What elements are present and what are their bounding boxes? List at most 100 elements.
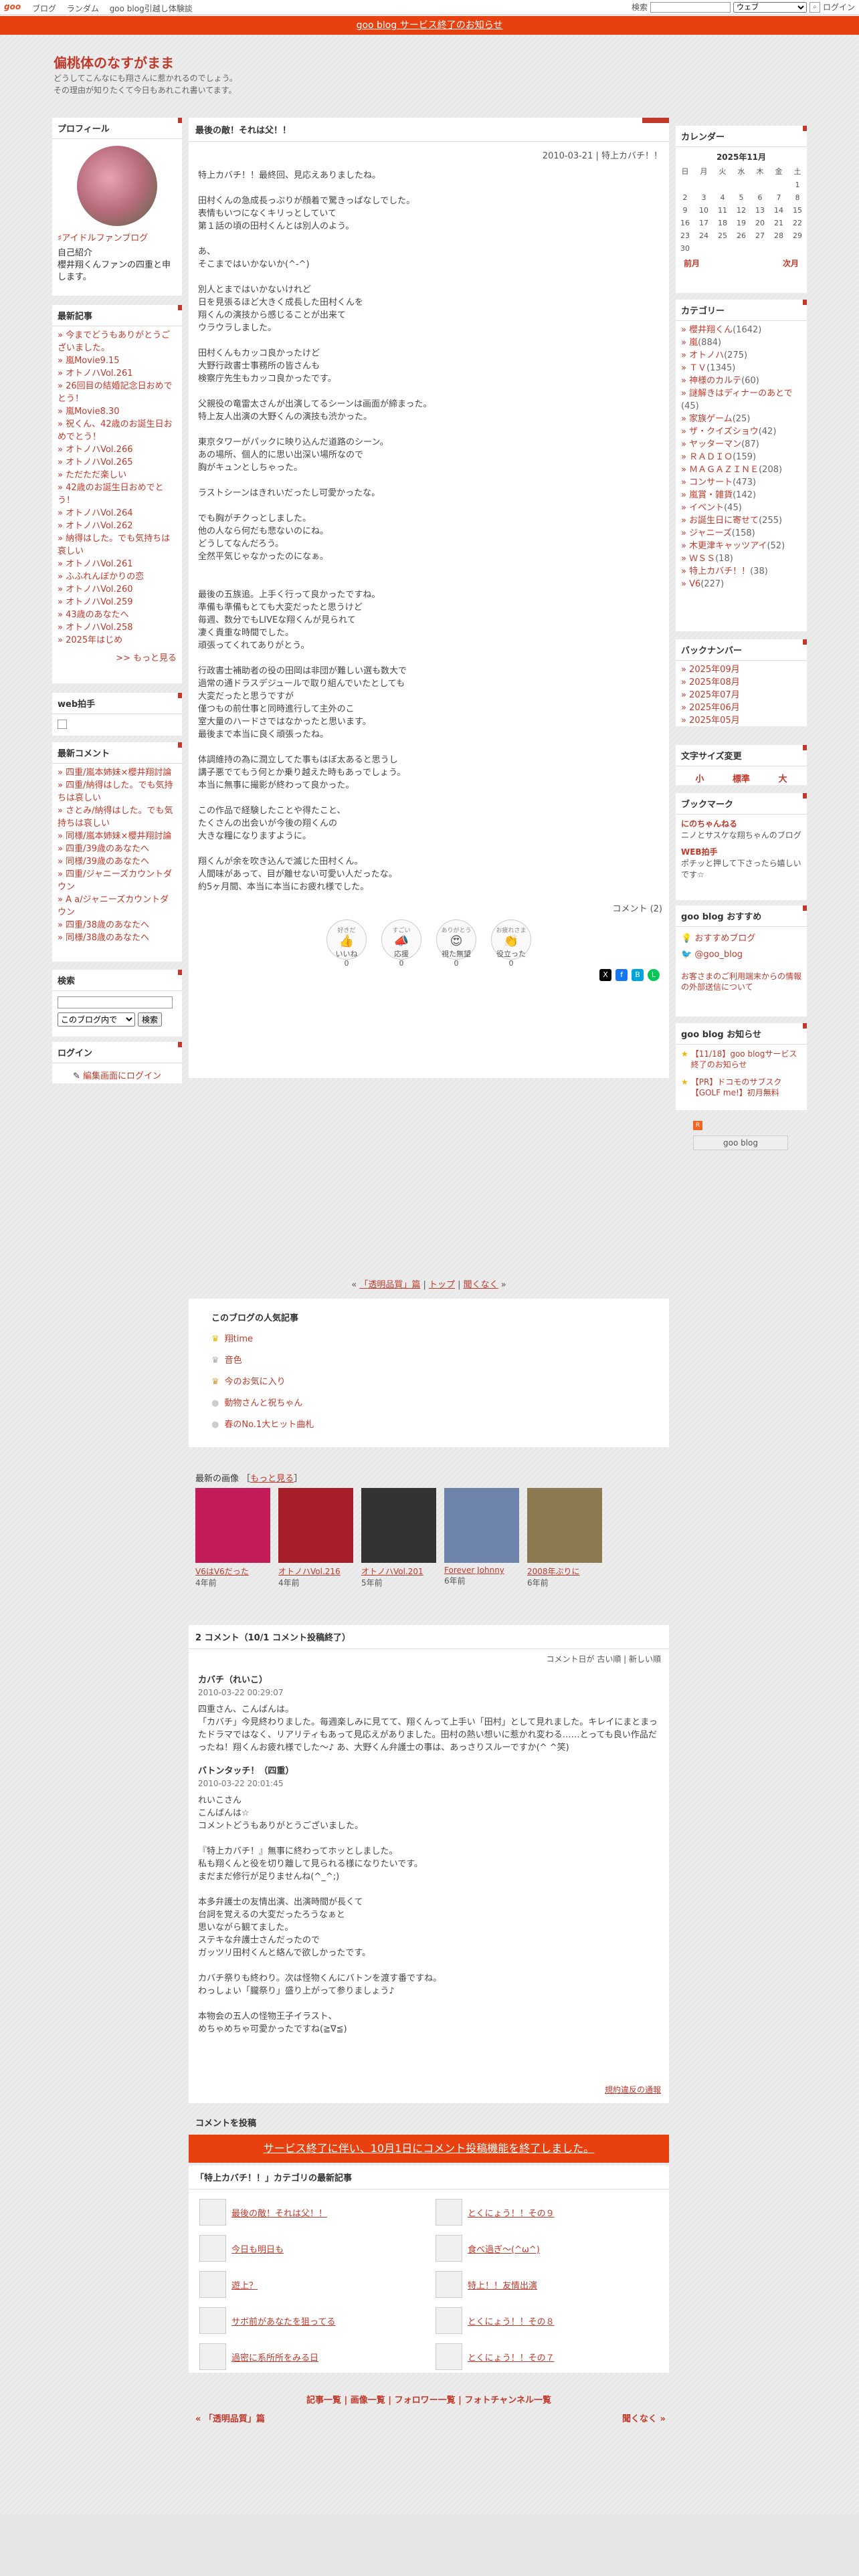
category-link[interactable]: 神様のカルテ	[689, 376, 741, 386]
top-link-blog[interactable]: ブログ	[32, 4, 56, 13]
category-link[interactable]: ＲＡＤＩＯ	[689, 452, 733, 462]
category-item[interactable]: » 木更津キャッツアイ(52)	[681, 540, 801, 552]
recent-post-link[interactable]: 43歳のあなたへ	[66, 610, 129, 620]
latest-comment-link[interactable]: 四重/ジャニーズカウントダウン	[58, 869, 172, 892]
fontsize-large[interactable]: 大	[779, 772, 787, 784]
footer-next[interactable]: 聞くなく »	[622, 2411, 666, 2424]
latest-image-item[interactable]: オトノハVol.216 4年前	[278, 1488, 353, 1588]
recent-post-item[interactable]: » 祝くん、42歳のお誕生日おめでとう！	[58, 418, 177, 443]
category-item[interactable]: » ヤッターマン(87)	[681, 438, 801, 451]
popular-item[interactable]: ● 春のNo.1大ヒット曲札	[211, 1414, 646, 1436]
fan-tag-link[interactable]: ♯アイドルファンブログ	[58, 233, 148, 243]
service-end-link[interactable]: goo blog サービス終了のお知らせ	[357, 20, 503, 31]
category-link[interactable]: 特上カバチ！！	[689, 566, 750, 576]
latest-image-title[interactable]: オトノハVol.216	[278, 1566, 353, 1577]
category-latest-item[interactable]: 食べ過ぎ〜(^ω^)	[436, 2235, 658, 2262]
reaction-button[interactable]: 好きだ 👍 いいね 0	[326, 920, 367, 968]
popular-link[interactable]: 翔time	[225, 1334, 253, 1344]
category-item[interactable]: » ＴＶ(1345)	[681, 362, 801, 374]
latest-images-more[interactable]: もっと見る	[250, 1474, 294, 1484]
recent-post-link[interactable]: 42歳のお誕生日おめでとう！	[58, 483, 164, 506]
category-item[interactable]: » 嵐(884)	[681, 336, 801, 349]
recent-post-link[interactable]: 嵐Movie9.15	[66, 356, 119, 366]
recent-post-link[interactable]: オトノハVol.260	[66, 584, 132, 595]
nav-prev-link[interactable]: 「透明品質」篇	[359, 1280, 420, 1290]
backnumber-link[interactable]: 2025年09月	[689, 665, 740, 675]
recent-post-link[interactable]: オトノハVol.261	[66, 368, 132, 379]
latest-comment-link[interactable]: さとみ/納得はした。でも気持ちは哀しい	[58, 806, 173, 829]
recent-post-item[interactable]: » 今までどうもありがとうございました。	[58, 329, 177, 354]
category-latest-link[interactable]: 特上！！友情出演	[468, 2278, 537, 2291]
goo-info-item-1[interactable]: 【11/18】goo blogサービス終了のお知らせ	[691, 1049, 801, 1070]
category-link[interactable]: 木更津キャッツアイ	[689, 541, 767, 551]
bookmark-link[interactable]: WEB拍手	[681, 847, 801, 858]
top-search-input[interactable]	[650, 1, 731, 13]
footer-links[interactable]: 記事一覧 | 画像一覧 | フォロワー一覧 | フォトチャンネル一覧	[189, 2393, 669, 2405]
calendar-next-link[interactable]: 次月	[783, 257, 799, 269]
recent-post-link[interactable]: オトノハVol.264	[66, 508, 132, 518]
latest-comment-link[interactable]: 四重/嵐本姉妹×櫻井翔討論	[66, 768, 171, 778]
blog-search-input[interactable]	[58, 996, 173, 1008]
latest-image-title[interactable]: オトノハVol.201	[361, 1566, 436, 1577]
goo-logo[interactable]: goo	[4, 2, 21, 11]
nav-top-link[interactable]: トップ	[429, 1280, 455, 1290]
category-link[interactable]: ＭＡＧＡＺＩＮＥ	[689, 465, 759, 475]
category-latest-link[interactable]: 今日も明日も	[231, 2242, 284, 2255]
blog-title[interactable]: 偏桃体のなすがまま	[54, 52, 174, 72]
x-share-icon[interactable]: X	[599, 969, 611, 981]
latest-comment-link[interactable]: 四重/38歳のあなたへ	[66, 920, 149, 930]
backnumber-link[interactable]: 2025年05月	[689, 716, 740, 726]
recent-post-item[interactable]: » ふふれんぼかりの恋	[58, 570, 177, 583]
category-latest-item[interactable]: 今日も明日も	[199, 2235, 422, 2262]
latest-comment-item[interactable]: » 四重/ジャニーズカウントダウン	[58, 868, 177, 893]
latest-comment-item[interactable]: » 同様/38歳のあなたへ	[58, 932, 177, 944]
top-link-migration[interactable]: goo blog引越し体験談	[110, 4, 193, 13]
category-item[interactable]: » 特上カバチ！！(38)	[681, 565, 801, 578]
latest-image-item[interactable]: V6はV6だった 4年前	[195, 1488, 270, 1588]
latest-comment-item[interactable]: » 同様/嵐本姉妹×櫻井翔討論	[58, 830, 177, 843]
latest-comment-link[interactable]: 同様/39歳のあなたへ	[66, 857, 149, 867]
recent-post-item[interactable]: » 42歳のお誕生日おめでとう！	[58, 481, 177, 507]
recent-post-link[interactable]: オトノハVol.265	[66, 457, 132, 467]
category-latest-link[interactable]: 過密に系所所をみる日	[231, 2351, 318, 2363]
recent-post-item[interactable]: » オトノハVol.265	[58, 456, 177, 469]
latest-comment-item[interactable]: » 同様/39歳のあなたへ	[58, 855, 177, 868]
fontsize-small[interactable]: 小	[695, 772, 704, 784]
popular-link[interactable]: 音色	[225, 1356, 242, 1366]
webclap-image-icon[interactable]	[58, 720, 67, 729]
recent-post-link[interactable]: 祝くん、42歳のお誕生日おめでとう！	[58, 419, 173, 442]
latest-comment-item[interactable]: » A a/ジャニーズカウントダウン	[58, 893, 177, 919]
category-link[interactable]: 家族ゲーム	[689, 414, 733, 424]
latest-image-title[interactable]: 2008年ぶりに	[527, 1566, 602, 1577]
recent-post-item[interactable]: » オトノハVol.264	[58, 507, 177, 520]
category-latest-link[interactable]: とくにょう！！その７	[468, 2351, 555, 2363]
latest-comment-item[interactable]: » 四重/嵐本姉妹×櫻井翔討論	[58, 766, 177, 779]
recent-post-item[interactable]: » 嵐Movie9.15	[58, 354, 177, 367]
category-link[interactable]: オトノハ	[689, 350, 724, 360]
reaction-button[interactable]: お疲れさま 👏 役立った 0	[491, 920, 531, 968]
category-link[interactable]: お誕生日に寄せて	[689, 516, 759, 526]
category-link[interactable]: ＷＳＳ	[689, 554, 715, 564]
backnumber-item[interactable]: » 2025年06月	[681, 702, 801, 714]
comment-count-link[interactable]: コメント (2)	[189, 901, 669, 914]
category-item[interactable]: » イベント(45)	[681, 502, 801, 514]
latest-image-thumb[interactable]	[361, 1488, 436, 1563]
recent-post-item[interactable]: » オトノハVol.258	[58, 621, 177, 634]
backnumber-item[interactable]: » 2025年07月	[681, 689, 801, 702]
category-link[interactable]: 謎解きはディナーのあとで	[689, 389, 793, 399]
recent-post-link[interactable]: オトノハVol.261	[66, 559, 132, 569]
latest-image-thumb[interactable]	[195, 1488, 270, 1563]
blog-search-button[interactable]: 検索	[138, 1012, 163, 1027]
recent-post-link[interactable]: 26回目の結婚記念日おめでとう！	[58, 381, 173, 404]
rss-icon[interactable]: R	[693, 1121, 702, 1130]
backnumber-item[interactable]: » 2025年08月	[681, 676, 801, 689]
backnumber-item[interactable]: » 2025年09月	[681, 663, 801, 676]
backnumber-item[interactable]: » 2025年05月	[681, 714, 801, 727]
category-latest-link[interactable]: サボ前があなたを狙ってる	[231, 2315, 335, 2327]
category-link[interactable]: イベント	[689, 503, 724, 513]
recent-post-item[interactable]: » オトノハVol.261	[58, 367, 177, 380]
recent-post-item[interactable]: » 26回目の結婚記念日おめでとう！	[58, 380, 177, 405]
category-item[interactable]: » お誕生日に寄せて(255)	[681, 514, 801, 527]
recent-post-item[interactable]: » 納得はした。でも気持ちは哀しい	[58, 532, 177, 558]
popular-item[interactable]: ● 動物さんと祝ちゃん	[211, 1393, 646, 1414]
